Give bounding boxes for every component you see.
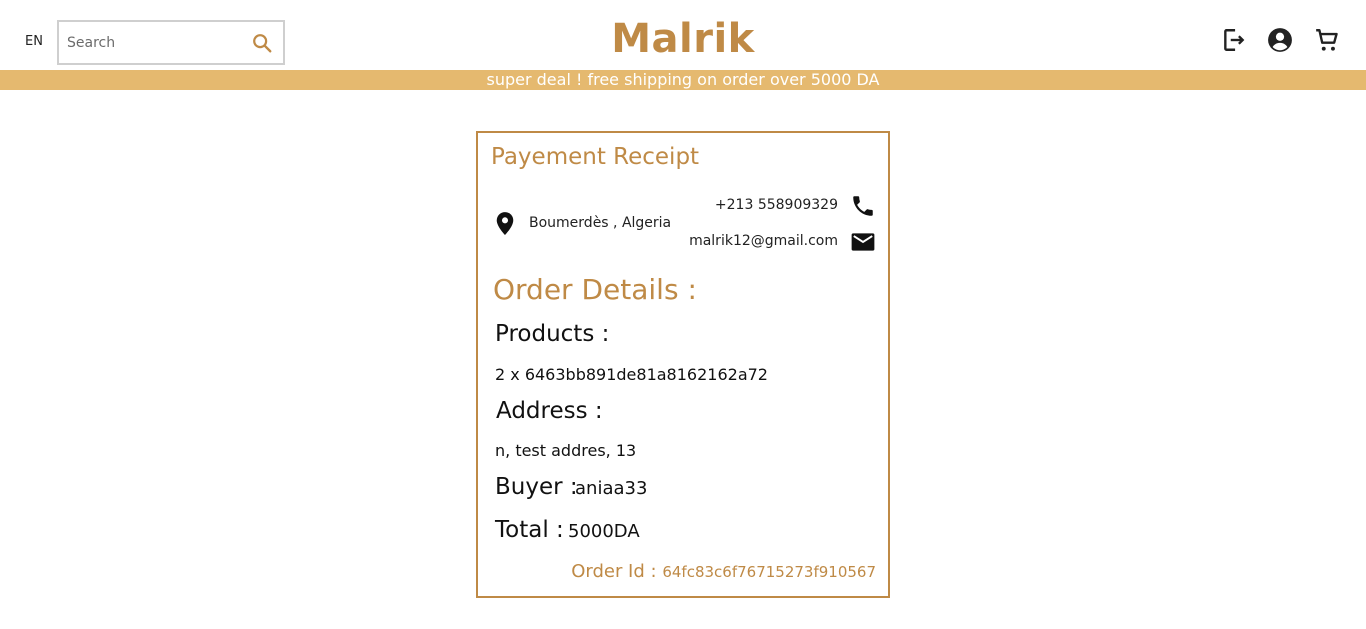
logout-icon[interactable] xyxy=(1221,27,1247,53)
order-id: Order Id : 64fc83c6f76715273f910567 xyxy=(571,561,876,582)
store-phone: +213 558909329 xyxy=(714,197,838,213)
store-location: Boumerdès , Algeria xyxy=(529,215,672,231)
promo-banner: super deal ! free shipping on order over… xyxy=(0,70,1366,90)
location-pin-icon xyxy=(496,212,514,235)
products-value: 2 x 6463bb891de81a8162162a72 xyxy=(495,365,768,384)
total-label: Total : xyxy=(495,517,564,543)
address-label: Address : xyxy=(496,398,603,424)
address-value: n, test addres, 13 xyxy=(495,441,637,460)
cart-icon[interactable] xyxy=(1314,27,1340,53)
order-id-value: 64fc83c6f76715273f910567 xyxy=(662,563,876,581)
payment-receipt-card: Payement Receipt Boumerdès , Algeria +21… xyxy=(476,131,890,598)
buyer-label: Buyer : xyxy=(495,474,578,500)
receipt-title: Payement Receipt xyxy=(491,144,700,170)
total-value: 5000DA xyxy=(568,521,640,542)
mail-icon xyxy=(851,233,875,251)
brand-logo[interactable]: Malrik xyxy=(0,16,1366,62)
promo-banner-text: super deal ! free shipping on order over… xyxy=(486,70,880,89)
buyer-value: aniaa33 xyxy=(575,478,648,499)
order-details-heading: Order Details : xyxy=(493,273,697,306)
order-id-label: Order Id : xyxy=(571,561,657,582)
header: EN Malrik xyxy=(0,0,1366,70)
store-email: malrik12@gmail.com xyxy=(689,233,838,249)
account-icon[interactable] xyxy=(1267,27,1293,53)
phone-icon xyxy=(853,196,873,216)
products-label: Products : xyxy=(495,321,610,347)
